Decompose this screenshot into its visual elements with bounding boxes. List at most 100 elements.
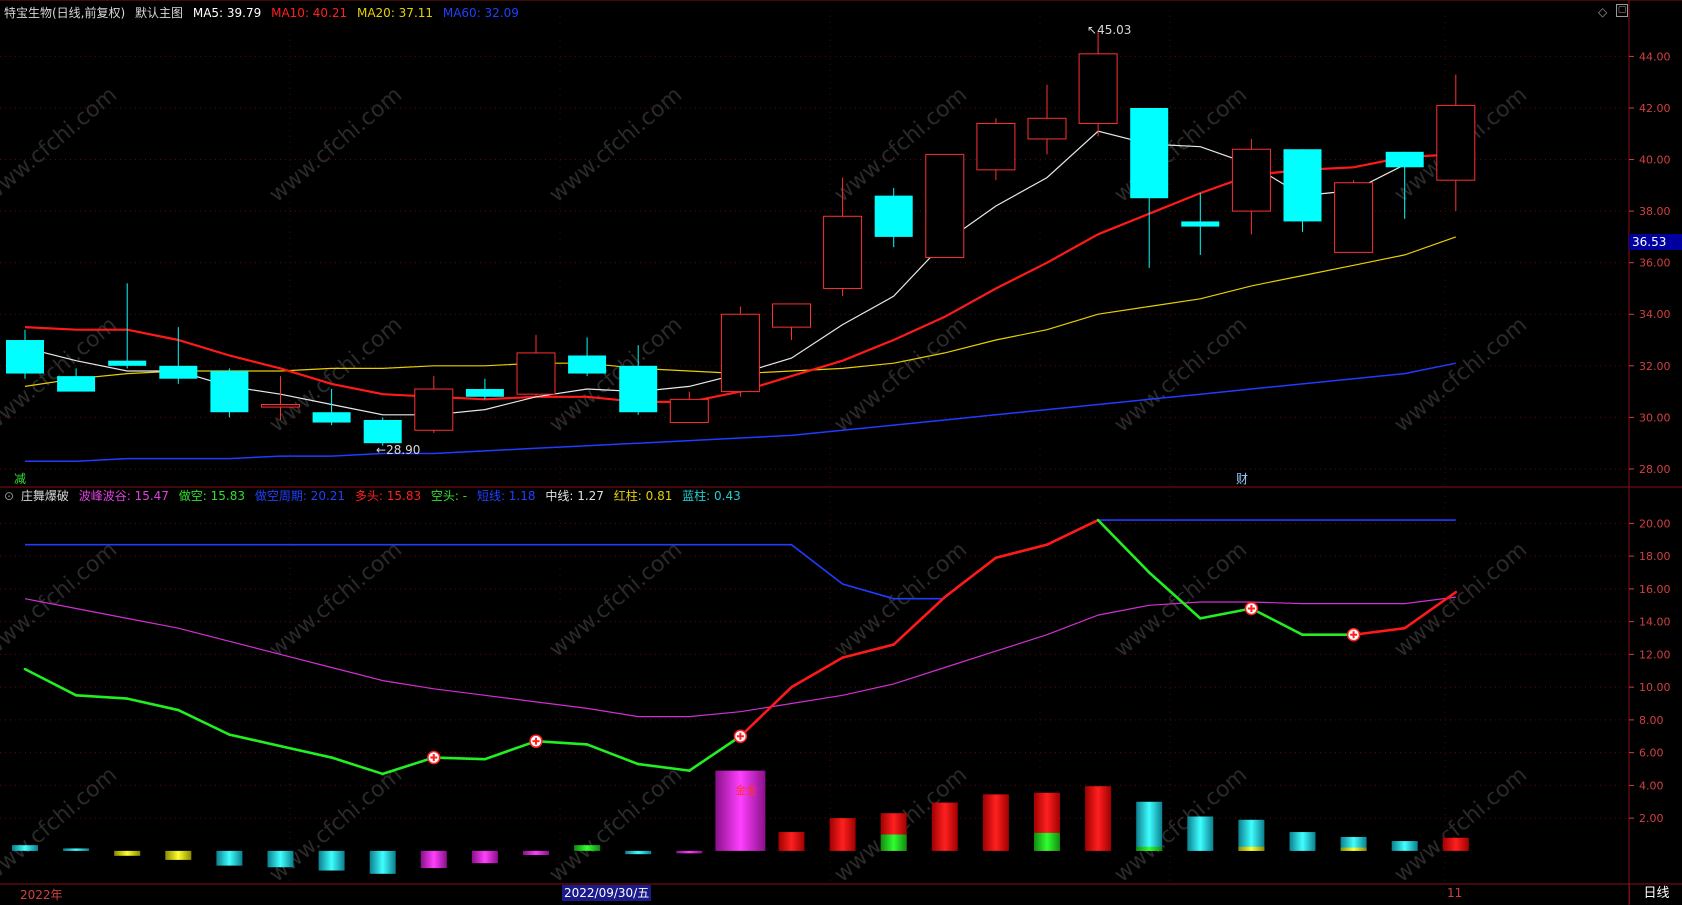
watermark-text: www.cfchi.com	[1110, 762, 1252, 887]
indicator-bar	[778, 832, 805, 851]
line-short-segment	[279, 744, 333, 759]
marker-left: 减	[14, 472, 27, 486]
current-price-box: 36.53	[1629, 234, 1682, 250]
candle-body-up	[669, 398, 709, 424]
watermark-text: www.cfchi.com	[1390, 312, 1532, 437]
watermark-text: www.cfchi.com	[545, 82, 687, 207]
candlestick-layer	[6, 30, 1476, 446]
line-short-segment	[1096, 518, 1151, 574]
indicator-bar-accent	[1136, 846, 1163, 851]
y-tick-label: 16.00	[1639, 583, 1671, 596]
candle-body-down	[159, 365, 198, 379]
candle-body-up	[1334, 182, 1374, 253]
line-short-segment	[23, 667, 78, 697]
chart-canvas: www.cfchi.com www.cfchi.com www.cfchi.com w…	[0, 0, 1682, 905]
y-tick-label: 20.00	[1639, 517, 1671, 530]
ind-item-peak: 波峰波谷: 15.47	[78, 489, 169, 503]
watermark-text: www.cfchi.com	[545, 762, 687, 887]
y-tick-label: 10.00	[1639, 681, 1671, 694]
watermark-text: www.cfchi.com	[0, 82, 122, 207]
line-short-segment	[1045, 518, 1100, 546]
line-short-segment	[125, 697, 180, 712]
y-axis-labels: 28.00 30.00 32.00 34.00 36.00 38.00 40.00 42.00…	[1639, 50, 1671, 825]
indicator-bar	[1238, 819, 1265, 851]
candle-body-down	[1283, 149, 1322, 222]
line-short-segment	[585, 743, 640, 766]
marker-right: 财	[1236, 472, 1249, 486]
indicator-bar	[676, 850, 703, 854]
date-selected[interactable]: 2022/09/30/五	[562, 885, 652, 901]
watermark-text: www.cfchi.com	[0, 762, 122, 887]
y-tick-label: 40.00	[1639, 154, 1671, 167]
indicator-bar-accent	[1034, 832, 1060, 851]
watermark-text: www.cfchi.com	[0, 537, 122, 662]
ind-item-bluebar: 蓝柱: 0.43	[682, 489, 741, 503]
candle-body-up	[516, 352, 556, 395]
y-tick-label: 44.00	[1639, 50, 1671, 63]
indicator-bar	[523, 850, 549, 855]
indicator-bar	[267, 850, 294, 868]
indicator-bar	[1136, 801, 1163, 851]
expand-icon[interactable]: ▢	[1616, 4, 1628, 17]
grid-layer	[0, 0, 1682, 905]
candle-body-up	[1078, 53, 1118, 124]
candle-body-up	[772, 303, 811, 328]
candle-body-up	[414, 388, 454, 431]
indicator-collapse-icon[interactable]: ⊙	[4, 489, 14, 503]
candle-body-up	[1027, 117, 1067, 140]
stock-title[interactable]: 特宝生物(日线,前复权)	[4, 6, 125, 20]
ind-item-cycle: 做空周期: 20.21	[254, 489, 346, 503]
indicator-title[interactable]: 庄舞爆破	[21, 489, 69, 503]
high-label: ↖45.03	[1087, 23, 1132, 37]
indicator-bar	[982, 794, 1009, 851]
candle-body-down	[619, 365, 658, 413]
line-short-segment	[330, 756, 385, 776]
indicator-bar	[369, 850, 396, 874]
indicator-bar	[165, 850, 192, 860]
y-tick-label: 38.00	[1639, 205, 1671, 218]
watermark-text: www.cfchi.com	[0, 312, 122, 437]
ind-item-short: 做空: 15.83	[178, 489, 245, 503]
indicator-bar	[471, 850, 498, 864]
indicator-bar-accent	[1340, 847, 1367, 851]
line-short-segment	[432, 756, 487, 761]
ma5-label: MA5: 39.79	[192, 6, 262, 20]
ma20-label: MA20: 37.11	[356, 6, 434, 20]
line-short-segment	[1250, 607, 1304, 637]
indicator-bar	[829, 818, 856, 851]
low-value: 28.90	[386, 443, 421, 457]
line-short-segment	[177, 708, 231, 736]
line-short-segment	[1352, 626, 1406, 637]
chart-name[interactable]: 默认主图	[135, 6, 183, 20]
candle-body-up	[1231, 148, 1271, 212]
line-short-segment	[687, 734, 742, 772]
line-short-segment	[483, 739, 538, 761]
period-button[interactable]: 日线	[1629, 884, 1682, 904]
y-tick-label: 30.00	[1639, 411, 1671, 424]
y-tick-label: 4.00	[1639, 779, 1664, 792]
y-tick-label: 28.00	[1639, 463, 1671, 476]
ma60-label: MA60: 32.09	[442, 6, 519, 20]
line-short-segment	[994, 543, 1049, 560]
line-short-segment	[790, 656, 844, 689]
diamond-icon[interactable]: ◇	[1598, 5, 1607, 19]
candle-body-down	[1181, 221, 1220, 227]
y-tick-label: 42.00	[1639, 102, 1671, 115]
gold-label: 金金	[735, 784, 757, 797]
candle-body-up	[1436, 104, 1476, 181]
watermark-text: www.cfchi.com	[1390, 762, 1532, 887]
ind-item-long: 多头: 15.83	[354, 489, 422, 503]
candle-body-down	[568, 355, 607, 374]
y-tick-label: 32.00	[1639, 360, 1671, 373]
candle-body-down	[465, 389, 504, 397]
indicator-bar-accent	[880, 834, 907, 851]
line-short-segment	[228, 733, 282, 748]
line-cycle-a	[25, 543, 945, 600]
indicator-bar-accent	[1238, 846, 1265, 851]
y-tick-label: 12.00	[1639, 648, 1671, 661]
candle-body-up	[925, 153, 965, 259]
candle-body-up	[261, 403, 300, 408]
main-chart-header: 特宝生物(日线,前复权) 默认主图 MA5: 39.79 MA10: 40.21…	[4, 6, 525, 20]
candle-body-up	[976, 122, 1016, 171]
candle-body-down	[874, 195, 913, 237]
